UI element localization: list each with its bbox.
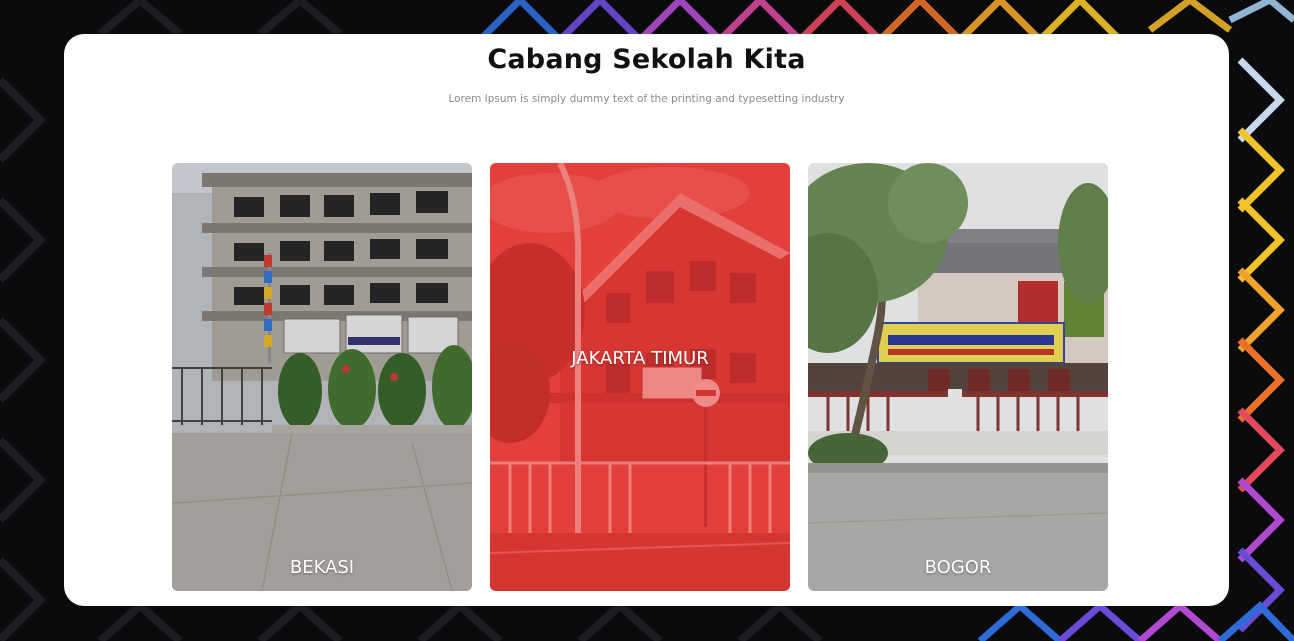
section-subtitle: Lorem Ipsum is simply dummy text of the … (448, 93, 845, 105)
branch-label-bekasi: BEKASI (289, 557, 355, 578)
branch-photo-bogor (808, 163, 1108, 591)
branch-photo-bekasi (172, 163, 472, 591)
branch-label-bogor: BOGOR (924, 557, 992, 578)
branch-label-jakarta-timur: JAKARTA TIMUR (571, 348, 709, 369)
section-title: Cabang Sekolah Kita (487, 44, 806, 75)
branch-card-bekasi[interactable]: BEKASI (172, 163, 472, 591)
hover-overlay (490, 163, 790, 591)
branch-card-bogor[interactable]: BOGOR (808, 163, 1108, 591)
branch-card-jakarta-timur[interactable]: JAKARTA TIMUR (490, 163, 790, 591)
branches-panel: Cabang Sekolah Kita Lorem Ipsum is simpl… (64, 34, 1229, 606)
